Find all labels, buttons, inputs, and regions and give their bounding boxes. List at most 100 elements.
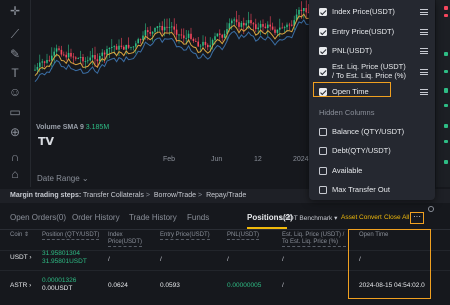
- candle-body: [115, 46, 118, 50]
- lock-icon[interactable]: ⌂: [6, 165, 24, 183]
- checkbox-icon[interactable]: [319, 147, 327, 155]
- candle-body: [173, 26, 175, 30]
- candle-body: [274, 29, 276, 33]
- candle-body: [79, 56, 82, 59]
- candle-body: [139, 39, 142, 41]
- checkbox-icon[interactable]: [319, 128, 327, 136]
- checkbox-icon[interactable]: [319, 28, 327, 36]
- candle-body: [43, 61, 46, 63]
- column-option-est-liq[interactable]: Est. Liq. Price (USDT) / To Est. Liq. Pr…: [319, 62, 431, 82]
- candle-body: [238, 22, 240, 27]
- checkbox-icon[interactable]: [319, 167, 327, 175]
- col-header-pnl[interactable]: PNL(USDT): [227, 232, 260, 240]
- candle-body: [187, 33, 190, 38]
- date-range-button[interactable]: Date Range ⌄: [37, 174, 89, 183]
- drag-handle-icon[interactable]: [420, 48, 428, 54]
- candle-body: [199, 45, 202, 47]
- candle-body: [94, 55, 96, 60]
- asset-convert-button[interactable]: Asset Convert: [341, 214, 382, 221]
- candle-body: [279, 27, 281, 30]
- candle-body: [209, 45, 211, 48]
- checkbox-icon[interactable]: [319, 186, 327, 194]
- pnl-cell: /: [227, 256, 229, 263]
- x-tick: Feb: [163, 156, 176, 163]
- position-usdt: 0.00USDT: [42, 285, 73, 292]
- candle-body: [252, 23, 255, 25]
- position-qty: 0.00001326: [42, 277, 77, 284]
- candle-body: [82, 56, 84, 62]
- candle-body: [257, 27, 259, 30]
- col-header-coin[interactable]: Coin ⇕: [10, 232, 29, 239]
- candle-body: [113, 46, 115, 48]
- candle-body: [281, 27, 283, 29]
- tab-open-orders[interactable]: Open Orders(0): [10, 213, 66, 222]
- candle-body: [89, 57, 91, 61]
- candle-body: [264, 26, 267, 28]
- tab-funds[interactable]: Funds: [187, 213, 209, 222]
- column-option-entry-price[interactable]: Entry Price(USDT): [319, 27, 431, 39]
- drag-handle-icon[interactable]: [420, 9, 428, 15]
- candle-body: [151, 31, 154, 34]
- text-icon[interactable]: T: [6, 64, 24, 82]
- candle-body: [75, 57, 77, 59]
- checkbox-icon[interactable]: [319, 8, 327, 16]
- candle-body: [175, 29, 178, 35]
- col-header-est-liq[interactable]: Est. Liq. Price (USDT) / To Est. Liq. Pr…: [282, 232, 346, 247]
- close-all-button[interactable]: Close All: [384, 214, 409, 221]
- candle-body: [166, 26, 168, 28]
- step-repay[interactable]: Repay/Trade: [206, 192, 246, 199]
- candle-body: [163, 26, 166, 31]
- position-qty: 31.95801304: [42, 250, 80, 257]
- candle-body: [269, 24, 271, 27]
- magnet-icon[interactable]: ∩: [6, 148, 24, 166]
- ruler-icon[interactable]: ▭: [6, 103, 24, 121]
- scroll-handle[interactable]: [428, 206, 434, 212]
- more-options-button[interactable]: ···: [410, 212, 424, 224]
- candle-body: [60, 49, 63, 55]
- candle-body: [235, 19, 238, 23]
- open-time-column-highlight: [348, 229, 431, 299]
- candle-body: [96, 59, 99, 62]
- drag-handle-icon[interactable]: [420, 69, 428, 75]
- candle-body: [245, 23, 247, 26]
- candle-body: [243, 22, 245, 26]
- brush-icon[interactable]: ✎: [6, 45, 24, 63]
- benchmark-select[interactable]: USDT Benchmark ▾: [280, 214, 337, 222]
- zoom-in-icon[interactable]: ⊕: [6, 123, 24, 141]
- column-option-index-price[interactable]: Index Price(USDT): [319, 7, 431, 19]
- candle-body: [185, 37, 187, 39]
- candle-body: [123, 46, 125, 50]
- emoji-icon[interactable]: ☺: [6, 83, 24, 101]
- trend-line-icon[interactable]: ⟋: [6, 25, 24, 43]
- candle-body: [149, 32, 151, 34]
- tab-order-history[interactable]: Order History: [72, 213, 120, 222]
- candle-body: [233, 19, 235, 21]
- step-borrow[interactable]: Borrow/Trade: [154, 192, 196, 199]
- candle-body: [127, 44, 130, 48]
- candle-body: [63, 54, 65, 56]
- column-option-pnl[interactable]: PNL(USDT): [319, 46, 431, 58]
- candle-body: [219, 33, 221, 35]
- col-header-position[interactable]: Position (QTY/USDT): [42, 232, 100, 240]
- col-header-entry-price[interactable]: Entry Price(USDT): [160, 232, 210, 240]
- est-liq-cell: /: [282, 256, 284, 263]
- candle-body: [231, 20, 233, 24]
- candle-body: [51, 55, 53, 61]
- cursor-icon[interactable]: ✛: [6, 2, 24, 20]
- est-liq-cell: /: [282, 282, 284, 289]
- candle-body: [159, 25, 161, 27]
- candle-body: [168, 27, 171, 28]
- candle-body: [300, 9, 303, 11]
- candle-body: [223, 33, 226, 38]
- checkbox-icon[interactable]: [319, 47, 327, 55]
- checkbox-icon[interactable]: [319, 68, 327, 76]
- drag-handle-icon[interactable]: [420, 29, 428, 35]
- candle-body: [77, 58, 79, 59]
- candle-body: [154, 27, 156, 32]
- step-transfer[interactable]: Transfer Collaterals: [83, 192, 144, 199]
- col-header-index-price[interactable]: Index Price(USDT): [108, 232, 142, 247]
- candle-body: [240, 22, 243, 27]
- tab-trade-history[interactable]: Trade History: [129, 213, 177, 222]
- drag-handle-icon[interactable]: [420, 89, 428, 95]
- candle-body: [101, 52, 103, 56]
